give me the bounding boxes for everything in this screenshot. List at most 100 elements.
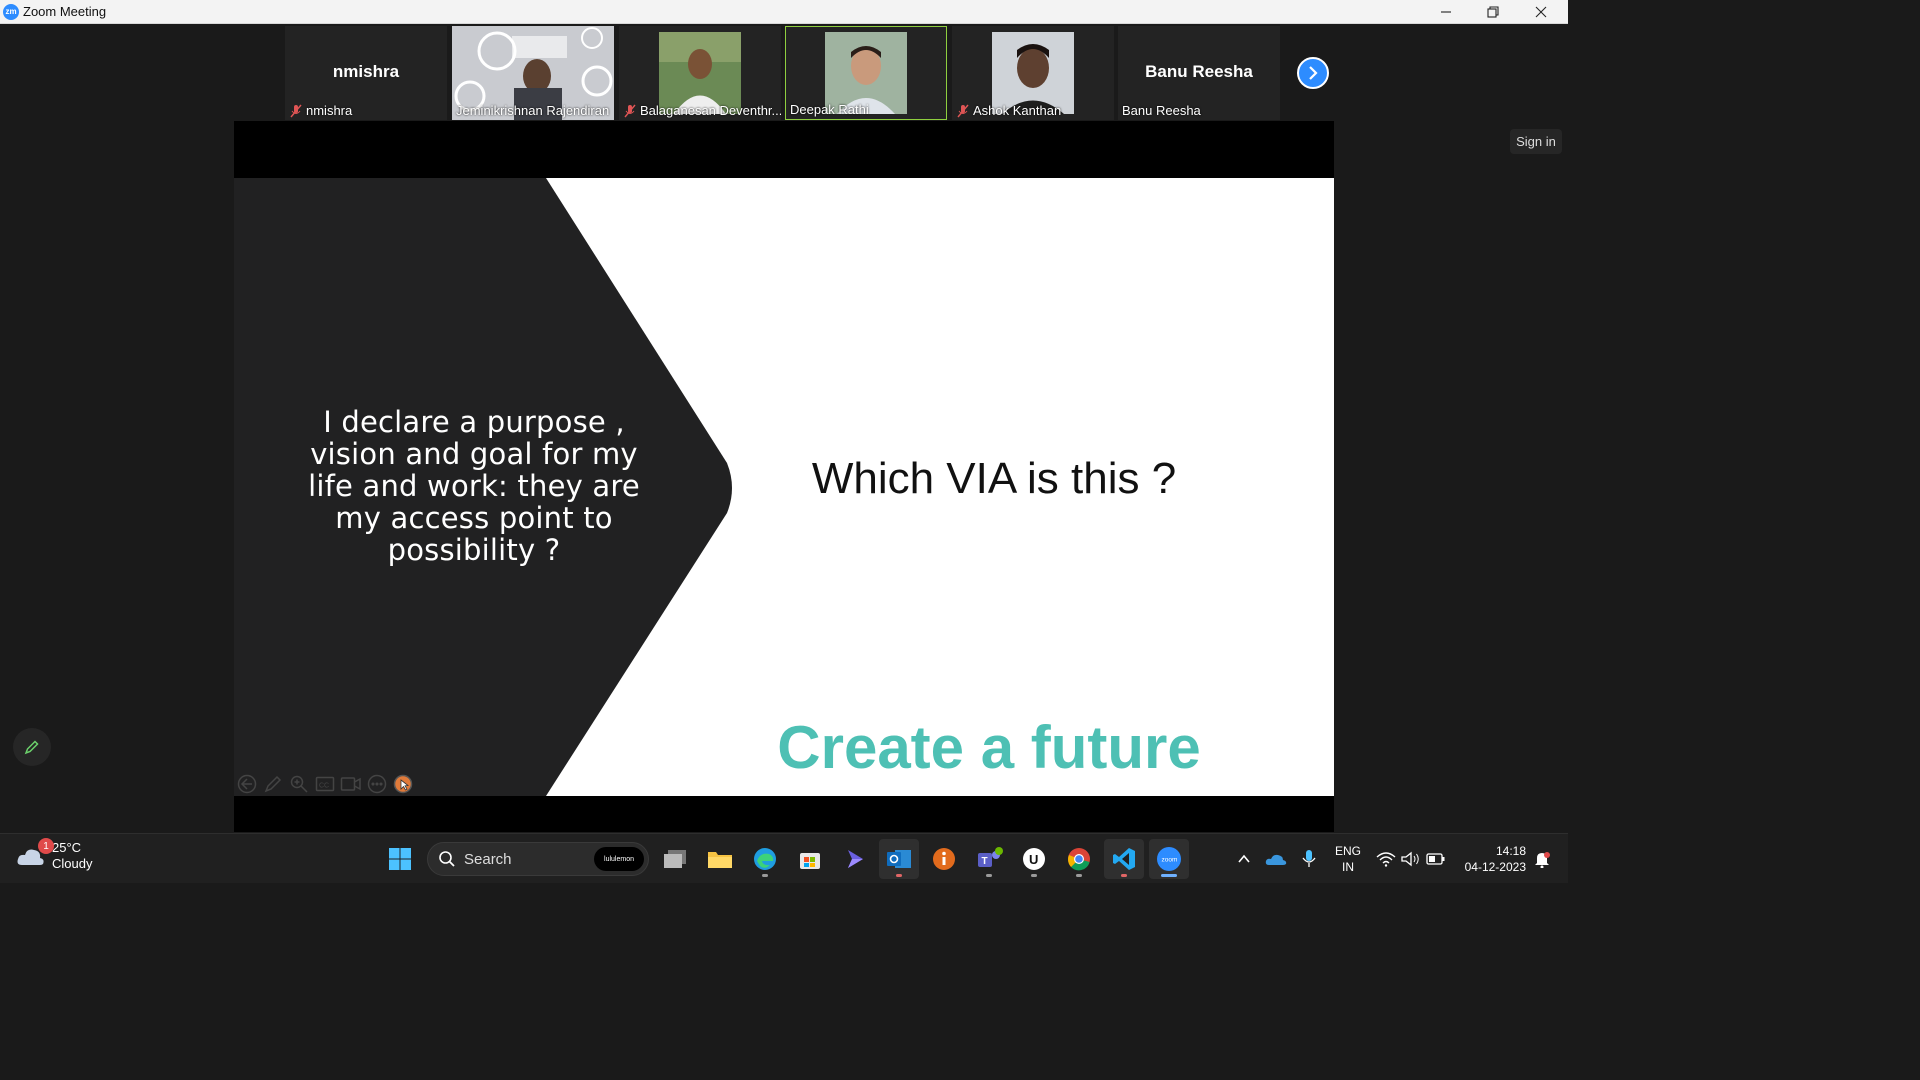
- participant-name: nmishra: [306, 103, 353, 118]
- chrome-icon: [1068, 848, 1090, 871]
- outlook-icon: [887, 850, 911, 868]
- clock-date: 04-12-2023: [1464, 860, 1526, 874]
- weather-temp: 25°C: [52, 840, 82, 855]
- slide-left-text: I declare a purpose , vision and goal fo…: [308, 405, 640, 567]
- vscode-button[interactable]: [1109, 844, 1139, 877]
- more-dots-icon: [367, 774, 387, 794]
- zoom-app-icon: zoom: [1157, 847, 1181, 871]
- participant-big-name: Banu Reesha: [1145, 62, 1253, 81]
- annotate-button[interactable]: [13, 728, 51, 766]
- participant-tile[interactable]: Ashok Kanthan: [952, 26, 1114, 120]
- search-highlight-badge: lululemon: [594, 847, 644, 871]
- battery-button[interactable]: [1421, 844, 1451, 874]
- participant-name: Jeminikrishnan Rajendiran: [456, 103, 610, 118]
- microsoft-store-button[interactable]: [795, 844, 825, 874]
- weather-desc: Cloudy: [52, 856, 93, 871]
- taskbar: 1 25°C Cloudy Search lululemon T U zoom …: [0, 833, 1568, 883]
- onedrive-button[interactable]: [1261, 844, 1291, 874]
- search-label: Search: [464, 850, 512, 868]
- pointer-button[interactable]: [392, 773, 414, 795]
- participant-tile[interactable]: Balaganesan Deventhr...: [619, 26, 781, 120]
- wifi-icon: [1376, 852, 1396, 867]
- region-code: IN: [1342, 860, 1354, 874]
- subtitles-button[interactable]: CC: [314, 773, 336, 795]
- folder-icon: [708, 852, 732, 868]
- laser-pointer-icon: [393, 774, 413, 794]
- pen-tool-button[interactable]: [262, 773, 284, 795]
- participant-name: Ashok Kanthan: [973, 103, 1062, 118]
- microphone-button[interactable]: [1294, 844, 1324, 874]
- mic-muted-icon: [624, 104, 636, 117]
- zoom-logo-icon: zm: [3, 3, 19, 20]
- clock[interactable]: 14:18 04-12-2023: [1456, 843, 1526, 875]
- mic-muted-icon: [290, 104, 302, 117]
- more-options-button[interactable]: [366, 773, 388, 795]
- vscode-icon: [1113, 848, 1135, 870]
- shared-screen: I declare a purpose , vision and goal fo…: [234, 121, 1334, 832]
- chevron-right-icon: [1309, 66, 1318, 80]
- restore-icon: [1487, 5, 1499, 18]
- teams-button[interactable]: T: [974, 844, 1004, 877]
- video-camera-icon: [340, 777, 361, 791]
- windows-logo-icon: [389, 848, 411, 870]
- participant-name: Deepak Rathi: [790, 102, 869, 117]
- language-code: ENG: [1334, 844, 1361, 858]
- edge-browser-button[interactable]: [750, 844, 780, 877]
- power-automate-icon: [848, 850, 863, 868]
- input-language[interactable]: ENG IN: [1333, 843, 1363, 875]
- participant-tile[interactable]: nmishra nmishra: [285, 26, 447, 120]
- participant-video: [992, 32, 1074, 114]
- slide-question: Which VIA is this ?: [811, 454, 1177, 503]
- outlook-button[interactable]: [884, 844, 914, 877]
- u-app-icon: U: [1023, 848, 1045, 870]
- slide-footer: Create a future: [777, 714, 1201, 781]
- participant-tile-active-speaker[interactable]: Deepak Rathi: [785, 26, 947, 120]
- pen-icon: [264, 775, 282, 793]
- app-button[interactable]: [840, 844, 870, 874]
- next-participants-button[interactable]: [1297, 57, 1329, 89]
- slideshow-toolbar: CC: [236, 773, 414, 795]
- battery-icon: [1426, 853, 1445, 865]
- captions-icon: CC: [315, 776, 335, 792]
- svg-text:U: U: [1029, 852, 1038, 867]
- taskbar-search-box[interactable]: Search lululemon: [427, 842, 649, 876]
- previous-slide-button[interactable]: [236, 773, 258, 795]
- participant-video: [659, 32, 741, 114]
- bell-icon: [1535, 852, 1550, 868]
- svg-text:T: T: [982, 856, 988, 867]
- presentation-slide: I declare a purpose , vision and goal fo…: [234, 178, 1334, 796]
- magnifier-icon: [290, 775, 308, 793]
- minimize-icon: [1441, 10, 1451, 13]
- start-button[interactable]: [385, 844, 415, 874]
- info-app-button[interactable]: [929, 844, 959, 874]
- store-icon: [800, 853, 820, 869]
- teams-icon: T: [978, 847, 1003, 867]
- chrome-button[interactable]: [1064, 844, 1094, 877]
- close-button[interactable]: [1518, 0, 1564, 23]
- chevron-up-icon: [1238, 854, 1250, 863]
- svg-text:CC: CC: [319, 783, 329, 790]
- title-bar: zm Zoom Meeting: [0, 0, 1568, 24]
- back-arrow-icon: [237, 774, 257, 794]
- task-view-button[interactable]: [660, 844, 690, 874]
- zoom-app-button[interactable]: zoom: [1154, 844, 1184, 877]
- camera-button[interactable]: [340, 773, 362, 795]
- utility-app-button[interactable]: U: [1019, 844, 1049, 877]
- participant-tile[interactable]: Jeminikrishnan Rajendiran: [452, 26, 614, 120]
- participant-big-name: nmishra: [332, 62, 400, 81]
- weather-widget[interactable]: 1 25°C Cloudy: [16, 838, 93, 872]
- restore-button[interactable]: [1470, 0, 1516, 23]
- window-title: Zoom Meeting: [23, 4, 107, 19]
- participant-name: Banu Reesha: [1122, 103, 1201, 118]
- pencil-icon: [24, 740, 39, 755]
- zoom-tool-button[interactable]: [288, 773, 310, 795]
- svg-text:zoom: zoom: [1162, 857, 1178, 864]
- file-explorer-button[interactable]: [705, 844, 735, 874]
- participant-tile[interactable]: Banu Reesha Banu Reesha: [1118, 26, 1280, 120]
- task-view-icon: [664, 850, 686, 868]
- info-icon: [933, 848, 955, 870]
- notifications-button[interactable]: [1527, 844, 1557, 874]
- minimize-button[interactable]: [1423, 0, 1469, 23]
- sign-in-button[interactable]: Sign in: [1510, 129, 1562, 154]
- show-hidden-icons-button[interactable]: [1229, 844, 1259, 874]
